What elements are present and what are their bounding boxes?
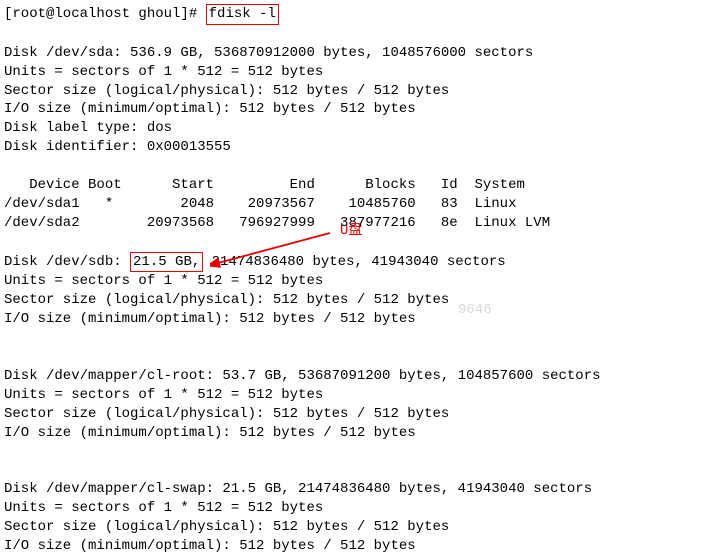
partition-row: /dev/sda2 20973568 796927999 387977216 8… xyxy=(4,215,550,231)
mapper-swap-io-size: I/O size (minimum/optimal): 512 bytes / … xyxy=(4,538,416,554)
mapper-root-sector-size: Sector size (logical/physical): 512 byte… xyxy=(4,406,449,422)
sdb-prefix: Disk /dev/sdb: xyxy=(4,254,130,270)
sda-identifier: Disk identifier: 0x00013555 xyxy=(4,139,231,155)
sda-label-type: Disk label type: dos xyxy=(4,120,172,136)
prompt-user-host: [root@localhost ghoul]# xyxy=(4,6,197,22)
sda-header: Disk /dev/sda: 536.9 GB, 536870912000 by… xyxy=(4,45,533,61)
mapper-root-units: Units = sectors of 1 * 512 = 512 bytes xyxy=(4,387,323,403)
mapper-swap-sector-size: Sector size (logical/physical): 512 byte… xyxy=(4,519,449,535)
mapper-root-io-size: I/O size (minimum/optimal): 512 bytes / … xyxy=(4,425,416,441)
mapper-swap-header: Disk /dev/mapper/cl-swap: 21.5 GB, 21474… xyxy=(4,481,592,497)
sdb-units: Units = sectors of 1 * 512 = 512 bytes xyxy=(4,273,323,289)
mapper-swap-units: Units = sectors of 1 * 512 = 512 bytes xyxy=(4,500,323,516)
terminal-output: [root@localhost ghoul]# fdisk -l Disk /d… xyxy=(4,4,711,556)
sdb-io-size: I/O size (minimum/optimal): 512 bytes / … xyxy=(4,311,416,327)
partition-row: /dev/sda1 * 2048 20973567 10485760 83 Li… xyxy=(4,196,516,212)
sdb-sector-size: Sector size (logical/physical): 512 byte… xyxy=(4,292,449,308)
sda-sector-size: Sector size (logical/physical): 512 byte… xyxy=(4,83,449,99)
sdb-size-highlight: 21.5 GB, xyxy=(130,252,203,273)
command-highlight: fdisk -l xyxy=(206,4,279,25)
partition-header: Device Boot Start End Blocks Id System xyxy=(4,177,525,193)
sda-units: Units = sectors of 1 * 512 = 512 bytes xyxy=(4,64,323,80)
sdb-suffix: 21474836480 bytes, 41943040 sectors xyxy=(203,254,505,270)
sda-io-size: I/O size (minimum/optimal): 512 bytes / … xyxy=(4,101,416,117)
mapper-root-header: Disk /dev/mapper/cl-root: 53.7 GB, 53687… xyxy=(4,368,601,384)
